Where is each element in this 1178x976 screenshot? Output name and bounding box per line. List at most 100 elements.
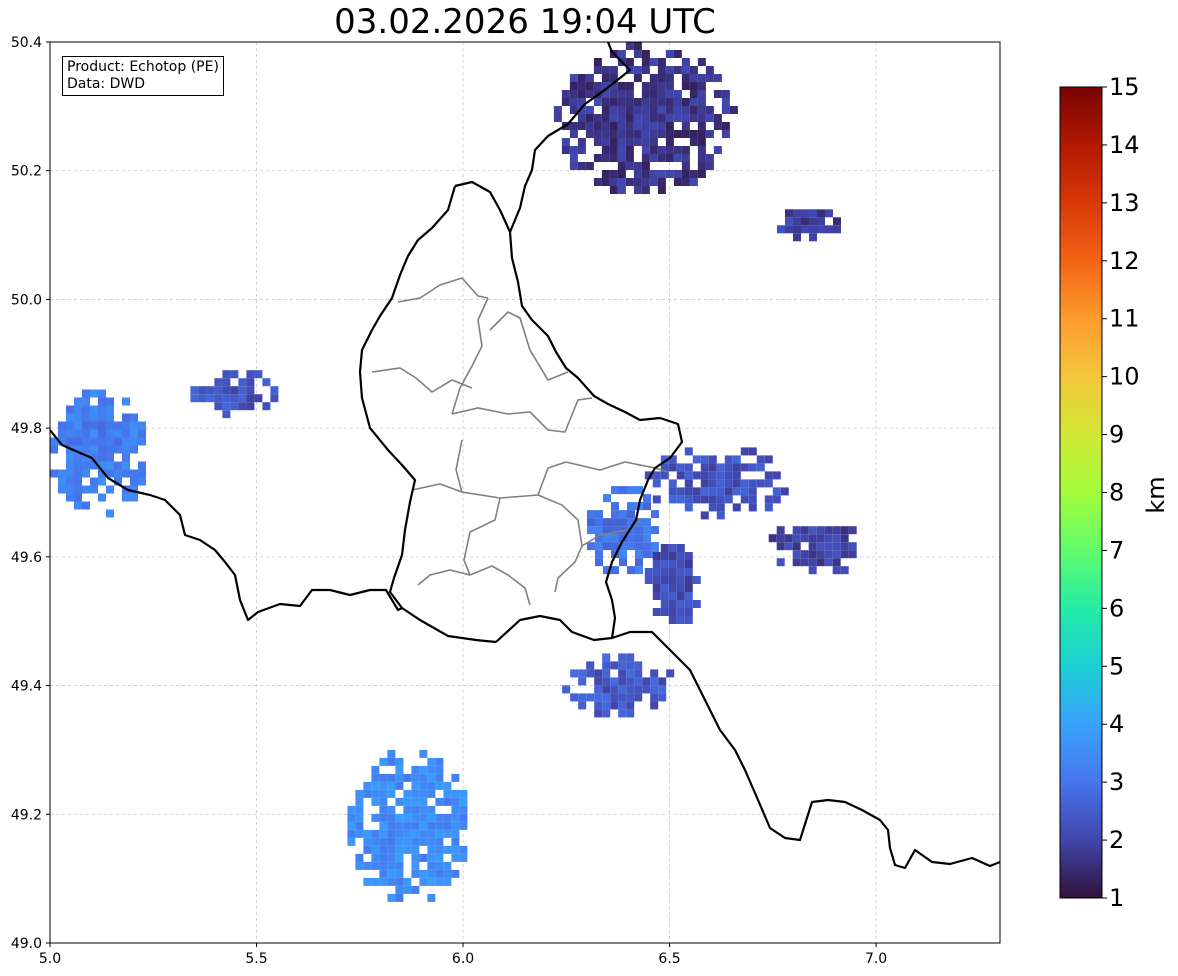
- echo-pixel: [649, 178, 658, 186]
- echo-pixel: [585, 74, 594, 82]
- echo-pixel: [611, 534, 619, 543]
- echo-pixel: [721, 98, 730, 106]
- echo-pixel: [130, 429, 138, 438]
- echo-pixel: [371, 829, 380, 838]
- echo-pixel: [617, 130, 626, 138]
- echo-pixel: [371, 813, 380, 822]
- echo-pixel: [668, 584, 677, 592]
- echo-pixel: [190, 394, 199, 403]
- echo-pixel: [626, 653, 635, 662]
- echo-pixel: [66, 429, 74, 438]
- echo-pixel: [443, 813, 452, 822]
- echo-pixel: [673, 178, 682, 186]
- echo-pixel: [657, 130, 666, 138]
- radar-map[interactable]: 5.0 5.5 6.0 6.5 7.0 49.0 49.2 49.4 49.6 49.8 50.0 5…: [0, 0, 1178, 976]
- echo-pixel: [371, 773, 380, 782]
- echo-pixel: [355, 797, 364, 806]
- echo-pixel: [602, 701, 611, 710]
- echo-pixel: [692, 455, 701, 464]
- echo-pixel: [724, 479, 733, 488]
- echo-pixel: [577, 90, 586, 98]
- echo-pixel: [569, 162, 578, 170]
- echo-pixel: [379, 837, 388, 846]
- echo-pixel: [816, 558, 825, 567]
- echo-pixel: [732, 463, 741, 472]
- echo-pixel: [801, 217, 809, 226]
- echo-pixel: [689, 178, 698, 186]
- echo-pixel: [650, 669, 659, 678]
- echo-pixel: [611, 486, 619, 495]
- echo-pixel: [451, 853, 460, 862]
- echo-pixel: [732, 479, 741, 488]
- echo-pixel: [611, 566, 619, 575]
- echo-pixel: [595, 550, 603, 559]
- echo-pixel: [619, 550, 627, 559]
- echo-pixel: [379, 813, 388, 822]
- echo-pixel: [609, 146, 618, 154]
- echo-cell-6: [644, 544, 701, 624]
- echo-pixel: [270, 386, 279, 395]
- echo-pixel: [395, 877, 404, 886]
- colorbar-tick-label-3: 4: [1109, 710, 1124, 738]
- echo-pixel: [577, 146, 586, 154]
- echo-pixel: [138, 437, 146, 446]
- echo-pixel: [732, 487, 741, 496]
- echo-pixel: [602, 693, 611, 702]
- colorbar-tick-label-9: 10: [1109, 363, 1140, 391]
- echo-pixel: [74, 453, 82, 462]
- echo-pixel: [379, 805, 388, 814]
- echo-pixel: [824, 558, 833, 567]
- echo-pixel: [58, 421, 66, 430]
- echo-pixel: [371, 765, 380, 774]
- echo-pixel: [443, 797, 452, 806]
- echo-pixel: [594, 669, 603, 678]
- echo-pixel: [435, 773, 444, 782]
- echo-pixel: [222, 410, 231, 419]
- echo-pixel: [689, 98, 698, 106]
- echo-pixel: [729, 106, 738, 114]
- echo-pixel: [58, 477, 66, 486]
- echo-pixel: [617, 178, 626, 186]
- echo-pixel: [379, 821, 388, 830]
- echo-pixel: [708, 479, 717, 488]
- echo-pixel: [625, 154, 634, 162]
- echo-pixel: [692, 487, 701, 496]
- echo-pixel: [593, 130, 602, 138]
- echo-pixel: [793, 233, 801, 242]
- echo-pixel: [748, 495, 757, 504]
- echo-pixel: [832, 534, 841, 543]
- echo-pixel: [660, 600, 669, 608]
- echo-pixel: [626, 693, 635, 702]
- echo-pixel: [98, 493, 106, 502]
- echo-pixel: [808, 558, 817, 567]
- echo-pixel: [681, 66, 690, 74]
- echo-pixel: [262, 378, 271, 387]
- echo-pixel: [90, 437, 98, 446]
- echo-pixel: [238, 394, 247, 403]
- echo-pixel: [403, 845, 412, 854]
- echo-pixel: [222, 402, 231, 411]
- echo-pixel: [634, 669, 643, 678]
- echo-pixel: [122, 397, 130, 406]
- echo-pixel: [626, 685, 635, 694]
- echo-pixel: [395, 893, 404, 902]
- echo-pixel: [443, 845, 452, 854]
- echo-pixel: [716, 511, 725, 520]
- echo-pixel: [58, 485, 66, 494]
- tick-label-lat-6: 50.2: [11, 164, 42, 180]
- echo-pixel: [658, 693, 667, 702]
- echo-pixel: [808, 542, 817, 551]
- echo-pixel: [451, 805, 460, 814]
- echo-pixel: [652, 560, 661, 568]
- echo-pixel: [411, 813, 420, 822]
- echo-pixel: [625, 162, 634, 170]
- echo-pixel: [697, 146, 706, 154]
- echo-pixel: [651, 510, 659, 519]
- echo-pixel: [106, 445, 114, 454]
- tick-label-lon-0: 5.0: [39, 951, 61, 967]
- echo-pixel: [419, 773, 428, 782]
- echo-pixel: [594, 693, 603, 702]
- echo-pixel: [593, 114, 602, 122]
- echo-pixel: [708, 463, 717, 472]
- echo-pixel: [801, 225, 809, 234]
